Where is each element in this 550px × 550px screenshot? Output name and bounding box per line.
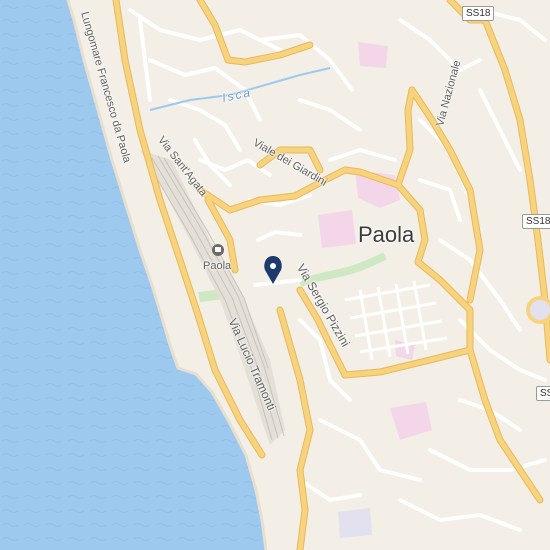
- map-view[interactable]: Lungomare Francesco da Paola Via Sant'Ag…: [0, 0, 550, 550]
- train-station-icon[interactable]: [212, 244, 224, 256]
- station-label[interactable]: Paola: [203, 260, 231, 272]
- city-label[interactable]: Paola: [358, 222, 414, 248]
- road-shield-ss18-lower: SS18: [536, 386, 550, 401]
- road-shield-ss18-top: SS18: [462, 6, 495, 21]
- road-shield-ss18-right: SS18: [522, 214, 550, 229]
- map-canvas: [0, 0, 550, 550]
